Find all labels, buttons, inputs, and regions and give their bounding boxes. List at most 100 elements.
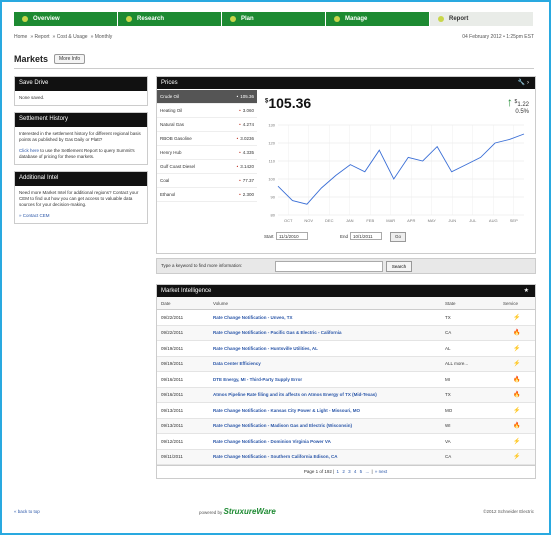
commodity-name: Henry Hub xyxy=(160,150,182,155)
tab-overview[interactable]: Overview xyxy=(14,12,118,26)
start-date-input[interactable]: 11/1/2010 xyxy=(276,232,308,240)
row-title-link[interactable]: Rate Change Notification - Madison Gas a… xyxy=(213,423,352,428)
row-title: Rate Change Notification - Pacific Gas &… xyxy=(209,325,441,341)
row-title: Rate Change Notification - Southern Cali… xyxy=(209,449,441,465)
row-title-link[interactable]: Rate Change Notification - Southern Cali… xyxy=(213,454,338,459)
service-icon: ⚡ xyxy=(499,356,535,372)
additional-intel-text: Need more Market Intel for additional re… xyxy=(19,190,139,207)
powered-by: powered by xyxy=(199,510,223,515)
table-row[interactable]: 09/16/2011 DTE Energy, MI - Third-Party S… xyxy=(157,371,535,388)
datetime-label: 04 February 2012 • 1:25pm EST xyxy=(462,34,534,40)
commodity-value: 4.335 xyxy=(242,150,254,155)
service-icon: ⚡ xyxy=(499,449,535,465)
commodity-name: Coal xyxy=(160,178,170,183)
x-tick-label: JUL xyxy=(469,218,477,223)
table-row[interactable]: 09/19/2011 Rate Change Notification - Hun… xyxy=(157,340,535,357)
col-state[interactable]: State xyxy=(441,297,499,310)
trend-icon: • xyxy=(236,136,239,141)
intel-table: Date Volume State Service 09/22/2011 Rate… xyxy=(157,297,535,465)
row-title-link[interactable]: Rate Change Notification - Kansas City P… xyxy=(213,408,360,413)
commodity-name: Natural Gas xyxy=(160,122,185,127)
row-title-link[interactable]: Rate Change Notification - Pacific Gas &… xyxy=(213,330,342,335)
row-title-link[interactable]: Rate Change Notification - Huntsville Ut… xyxy=(213,346,318,351)
change-amount: 1.22 xyxy=(517,102,529,108)
go-button[interactable]: Go xyxy=(390,232,406,242)
row-title-link[interactable]: Data Center Efficiency xyxy=(213,361,261,366)
additional-intel-body: Need more Market Intel for additional re… xyxy=(15,186,147,223)
breadcrumb: Home» Report» Cost & Usage» Monthly xyxy=(14,34,113,40)
settlement-link[interactable]: Click here xyxy=(19,148,39,153)
x-tick-label: JAN xyxy=(346,218,354,223)
commodity-row[interactable]: Henry Hub • 4.335 xyxy=(157,146,257,160)
search-bar: Type a keyword to find more information:… xyxy=(156,258,536,274)
row-title: Rate Change Notification - Unveo, TX xyxy=(209,309,441,326)
col-service[interactable]: Service xyxy=(499,297,535,310)
row-date: 09/11/2011 xyxy=(157,449,209,465)
table-row[interactable]: 09/16/2011 Atmos Pipeline Rate filing and… xyxy=(157,387,535,403)
chevron-right-icon[interactable]: › xyxy=(527,80,529,86)
col-volume[interactable]: Volume xyxy=(209,297,441,310)
page-ellipsis: ... xyxy=(365,469,370,474)
commodity-row[interactable]: Coal • 77.37 xyxy=(157,174,257,188)
table-row[interactable]: 09/13/2011 Rate Change Notification - Mad… xyxy=(157,418,535,434)
end-date-input[interactable]: 10/1/2011 xyxy=(350,232,382,240)
service-icon: 🔥 xyxy=(499,371,535,388)
y-tick-label: 100 xyxy=(268,177,275,182)
search-label: Type a keyword to find more information: xyxy=(161,263,243,268)
back-to-top-link[interactable]: « back to top xyxy=(14,509,40,514)
search-input[interactable] xyxy=(275,261,383,272)
breadcrumb-cost-usage[interactable]: Cost & Usage xyxy=(57,34,88,40)
table-row[interactable]: 09/13/2011 Rate Change Notification - Kan… xyxy=(157,402,535,419)
commodity-row[interactable]: Crude Oil • 105.36 xyxy=(157,90,257,104)
current-price: $105.36 xyxy=(265,95,311,111)
breadcrumb-home[interactable]: Home xyxy=(14,34,27,40)
tab-report[interactable]: Report xyxy=(430,12,534,26)
x-tick-label: OCT xyxy=(284,218,293,223)
page-link[interactable]: 1 xyxy=(337,469,340,474)
row-state: WI xyxy=(441,418,499,434)
table-row[interactable]: 09/22/2011 Rate Change Notification - Unv… xyxy=(157,309,535,326)
commodity-name: Gulf Coast Diesel xyxy=(160,164,196,169)
end-label: End xyxy=(340,234,349,239)
y-tick-label: 130 xyxy=(268,123,275,128)
page-link[interactable]: 5 xyxy=(360,469,363,474)
x-tick-label: MAR xyxy=(386,218,395,223)
commodity-row[interactable]: Gulf Coast Diesel • 3.1420 xyxy=(157,160,257,174)
col-date[interactable]: Date xyxy=(157,297,209,310)
star-icon[interactable]: ★ xyxy=(524,285,529,297)
commodity-value: 4.274 xyxy=(242,122,254,127)
contact-cem-link[interactable]: » Contact CEM xyxy=(19,213,50,218)
row-date: 09/22/2011 xyxy=(157,309,209,326)
more-info-button[interactable]: More Info xyxy=(54,54,86,64)
table-row[interactable]: 09/11/2011 Rate Change Notification - Sou… xyxy=(157,449,535,465)
breadcrumb-report[interactable]: Report xyxy=(35,34,50,40)
tab-plan[interactable]: Plan xyxy=(222,12,326,26)
row-date: 09/13/2011 xyxy=(157,418,209,434)
change-percent: 0.5% xyxy=(515,109,529,115)
commodity-row[interactable]: RBOB Gasoline • 3.0236 xyxy=(157,132,257,146)
wrench-icon[interactable]: 🔧 xyxy=(518,80,525,86)
page-link[interactable]: 2 xyxy=(342,469,345,474)
x-tick-label: JUN xyxy=(448,218,456,223)
table-row[interactable]: 09/22/2011 Rate Change Notification - Pac… xyxy=(157,325,535,341)
commodity-row[interactable]: Heating Oil • 3.060 xyxy=(157,104,257,118)
row-title-link[interactable]: Rate Change Notification - Dominion Virg… xyxy=(213,439,331,444)
table-row[interactable]: 09/12/2011 Rate Change Notification - Dom… xyxy=(157,433,535,450)
additional-intel-title: Additional Intel xyxy=(15,172,147,186)
table-row[interactable]: 09/19/2011 Data Center Efficiency ALL more… xyxy=(157,356,535,372)
next-page-link[interactable]: » next xyxy=(375,469,387,474)
page-link[interactable]: 3 xyxy=(348,469,351,474)
row-title-link[interactable]: Atmos Pipeline Rate filing and its affec… xyxy=(213,392,377,397)
page-link[interactable]: 4 xyxy=(354,469,357,474)
x-tick-label: NOV xyxy=(304,218,313,223)
brand: powered by StruxureWare xyxy=(199,507,276,516)
trend-icon: • xyxy=(239,178,241,183)
commodity-row[interactable]: Natural Gas • 4.274 xyxy=(157,118,257,132)
tab-research[interactable]: Research xyxy=(118,12,222,26)
commodity-row[interactable]: Ethanol • 2.300 xyxy=(157,188,257,202)
row-title-link[interactable]: Rate Change Notification - Unveo, TX xyxy=(213,315,293,320)
row-title-link[interactable]: DTE Energy, MI - Third-Party Supply Erro… xyxy=(213,377,302,382)
prices-header-icons: 🔧 › xyxy=(518,77,529,89)
tab-manage[interactable]: Manage xyxy=(326,12,430,26)
search-button[interactable]: Search xyxy=(386,261,412,272)
